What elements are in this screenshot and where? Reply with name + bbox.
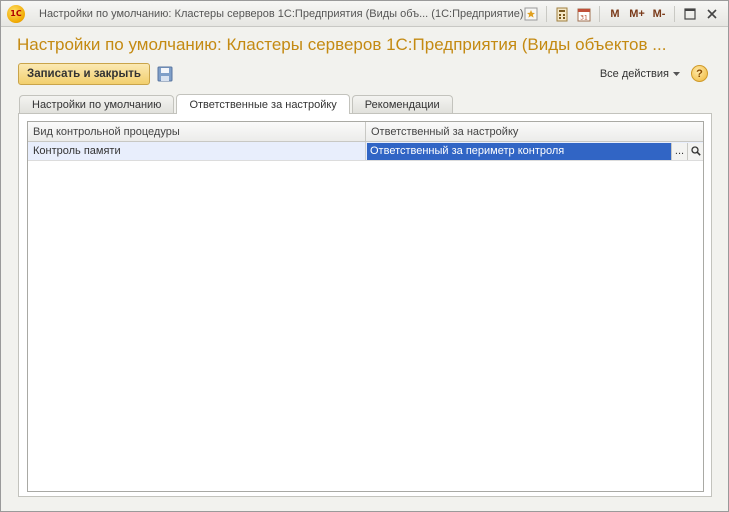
save-icon[interactable] — [157, 66, 173, 82]
tab-panel: Вид контрольной процедуры Ответственный … — [18, 113, 712, 497]
responsible-cell[interactable]: Ответственный за периметр контроля ... — [366, 142, 703, 160]
window-title: Настройки по умолчанию: Кластеры серверо… — [39, 7, 524, 20]
column-header-responsible[interactable]: Ответственный за настройку — [366, 122, 703, 141]
memory-m-button[interactable]: M — [605, 4, 625, 24]
tab-responsible[interactable]: Ответственные за настройку — [176, 94, 350, 114]
calendar-icon[interactable]: 31 — [574, 4, 594, 24]
memory-m-plus-button[interactable]: M+ — [627, 4, 647, 24]
search-icon[interactable] — [687, 142, 703, 160]
toolbar-separator — [546, 6, 547, 22]
grid-header: Вид контрольной процедуры Ответственный … — [28, 122, 703, 142]
help-icon[interactable]: ? — [691, 65, 708, 82]
title-bar: 1С Настройки по умолчанию: Кластеры серв… — [1, 1, 728, 27]
page-title: Настройки по умолчанию: Кластеры серверо… — [17, 35, 667, 54]
tab-strip: Настройки по умолчанию Ответственные за … — [19, 94, 453, 114]
dropdown-arrow-icon — [673, 71, 680, 76]
toolbar-separator — [674, 6, 675, 22]
select-ellipsis-button[interactable]: ... — [671, 142, 687, 160]
app-window: 1С Настройки по умолчанию: Кластеры серв… — [0, 0, 729, 512]
all-actions-label: Все действия — [599, 68, 669, 80]
calculator-icon[interactable] — [552, 4, 572, 24]
title-tools: 31 M M+ M- — [521, 4, 722, 24]
memory-m-minus-button[interactable]: M- — [649, 4, 669, 24]
responsible-field[interactable]: Ответственный за периметр контроля — [367, 142, 671, 160]
svg-text:31: 31 — [580, 14, 588, 21]
table-row[interactable]: Контроль памяти Ответственный за перимет… — [28, 142, 703, 161]
close-icon[interactable] — [702, 4, 722, 24]
maximize-icon[interactable] — [680, 4, 700, 24]
app-logo-icon[interactable]: 1С — [7, 4, 25, 23]
all-actions-menu[interactable]: Все действия — [600, 68, 680, 80]
toolbar-separator — [599, 6, 600, 22]
favorites-star-icon[interactable] — [521, 4, 541, 24]
procedure-cell[interactable]: Контроль памяти — [28, 142, 366, 160]
tab-default-settings[interactable]: Настройки по умолчанию — [19, 95, 175, 113]
responsible-grid[interactable]: Вид контрольной процедуры Ответственный … — [27, 121, 704, 492]
tab-recommendations[interactable]: Рекомендации — [351, 95, 453, 113]
column-header-procedure[interactable]: Вид контрольной процедуры — [28, 122, 366, 141]
save-and-close-button[interactable]: Записать и закрыть — [18, 63, 150, 85]
